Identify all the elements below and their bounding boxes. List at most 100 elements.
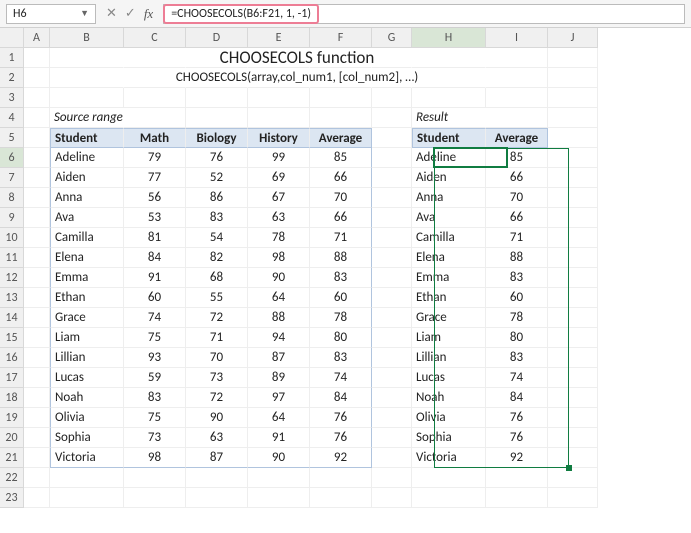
cell[interactable] [548, 448, 598, 468]
spreadsheet-grid[interactable]: ABCDEFGHIJ1CHOOSECOLS function2CHOOSECOL… [0, 28, 691, 508]
result-name[interactable]: Emma [412, 268, 486, 288]
score-cell[interactable]: 98 [248, 248, 310, 268]
cell[interactable] [248, 108, 310, 128]
score-cell[interactable]: 80 [310, 328, 372, 348]
result-name[interactable]: Ava [412, 208, 486, 228]
score-cell[interactable]: 78 [310, 308, 372, 328]
score-cell[interactable]: 92 [310, 448, 372, 468]
result-value[interactable]: 85 [486, 148, 548, 168]
cell[interactable] [548, 388, 598, 408]
cell[interactable] [372, 88, 412, 108]
cell[interactable] [186, 488, 248, 508]
row-header[interactable]: 10 [0, 228, 24, 248]
score-cell[interactable]: 63 [248, 208, 310, 228]
cell[interactable] [24, 88, 50, 108]
cell[interactable] [124, 108, 186, 128]
row-header[interactable]: 14 [0, 308, 24, 328]
score-cell[interactable]: 63 [186, 428, 248, 448]
cell[interactable] [372, 488, 412, 508]
cell[interactable] [24, 348, 50, 368]
result-value[interactable]: 83 [486, 348, 548, 368]
cell[interactable] [24, 288, 50, 308]
score-cell[interactable]: 87 [248, 348, 310, 368]
cell[interactable] [548, 288, 598, 308]
cell[interactable] [24, 148, 50, 168]
cell[interactable] [372, 248, 412, 268]
score-cell[interactable]: 83 [186, 208, 248, 228]
score-cell[interactable]: 76 [310, 408, 372, 428]
score-cell[interactable]: 60 [310, 288, 372, 308]
score-cell[interactable]: 98 [124, 448, 186, 468]
score-cell[interactable]: 52 [186, 168, 248, 188]
score-cell[interactable]: 66 [310, 208, 372, 228]
cell[interactable] [310, 488, 372, 508]
score-cell[interactable]: 68 [186, 268, 248, 288]
cell[interactable] [372, 208, 412, 228]
student-name[interactable]: Noah [50, 388, 124, 408]
student-name[interactable]: Aiden [50, 168, 124, 188]
cell[interactable] [372, 228, 412, 248]
score-cell[interactable]: 70 [186, 348, 248, 368]
result-name[interactable]: Olivia [412, 408, 486, 428]
student-name[interactable]: Anna [50, 188, 124, 208]
cell[interactable] [50, 468, 124, 488]
score-cell[interactable]: 55 [186, 288, 248, 308]
student-name[interactable]: Sophia [50, 428, 124, 448]
col-header[interactable]: I [486, 28, 548, 48]
score-cell[interactable]: 59 [124, 368, 186, 388]
row-header[interactable]: 20 [0, 428, 24, 448]
score-cell[interactable]: 90 [248, 448, 310, 468]
row-header[interactable]: 6 [0, 148, 24, 168]
cell[interactable] [372, 428, 412, 448]
score-cell[interactable]: 74 [124, 308, 186, 328]
cell[interactable] [24, 388, 50, 408]
cell[interactable] [24, 268, 50, 288]
cell[interactable] [24, 128, 50, 148]
score-cell[interactable]: 81 [124, 228, 186, 248]
cell[interactable] [548, 228, 598, 248]
result-name[interactable]: Camilla [412, 228, 486, 248]
student-name[interactable]: Lucas [50, 368, 124, 388]
score-cell[interactable]: 78 [248, 228, 310, 248]
student-name[interactable]: Lillian [50, 348, 124, 368]
cell[interactable] [372, 348, 412, 368]
result-name[interactable]: Adeline [412, 148, 486, 168]
cell[interactable] [248, 468, 310, 488]
row-header[interactable]: 15 [0, 328, 24, 348]
cell[interactable] [372, 188, 412, 208]
score-cell[interactable]: 85 [310, 148, 372, 168]
student-name[interactable]: Olivia [50, 408, 124, 428]
col-header[interactable]: B [50, 28, 124, 48]
result-value[interactable]: 60 [486, 288, 548, 308]
formula-input[interactable]: =CHOOSECOLS(B6:F21, 1, -1) [163, 4, 319, 24]
cell[interactable] [548, 168, 598, 188]
cell[interactable] [24, 408, 50, 428]
score-cell[interactable]: 99 [248, 148, 310, 168]
score-cell[interactable]: 93 [124, 348, 186, 368]
score-cell[interactable]: 88 [248, 308, 310, 328]
cell[interactable] [412, 488, 486, 508]
cell[interactable] [24, 448, 50, 468]
score-cell[interactable]: 60 [124, 288, 186, 308]
cell[interactable] [548, 308, 598, 328]
row-header[interactable]: 4 [0, 108, 24, 128]
cell[interactable] [24, 108, 50, 128]
student-name[interactable]: Emma [50, 268, 124, 288]
student-name[interactable]: Ava [50, 208, 124, 228]
cell[interactable] [372, 168, 412, 188]
score-cell[interactable]: 75 [124, 328, 186, 348]
result-name[interactable]: Noah [412, 388, 486, 408]
score-cell[interactable]: 71 [310, 228, 372, 248]
score-cell[interactable]: 97 [248, 388, 310, 408]
score-cell[interactable]: 70 [310, 188, 372, 208]
result-value[interactable]: 66 [486, 208, 548, 228]
col-header[interactable]: D [186, 28, 248, 48]
cell[interactable] [548, 428, 598, 448]
row-header[interactable]: 23 [0, 488, 24, 508]
confirm-icon[interactable]: ✓ [125, 6, 136, 21]
cell[interactable] [310, 468, 372, 488]
cell[interactable] [372, 128, 412, 148]
cell[interactable] [24, 48, 50, 68]
cell[interactable] [310, 108, 372, 128]
student-name[interactable]: Camilla [50, 228, 124, 248]
